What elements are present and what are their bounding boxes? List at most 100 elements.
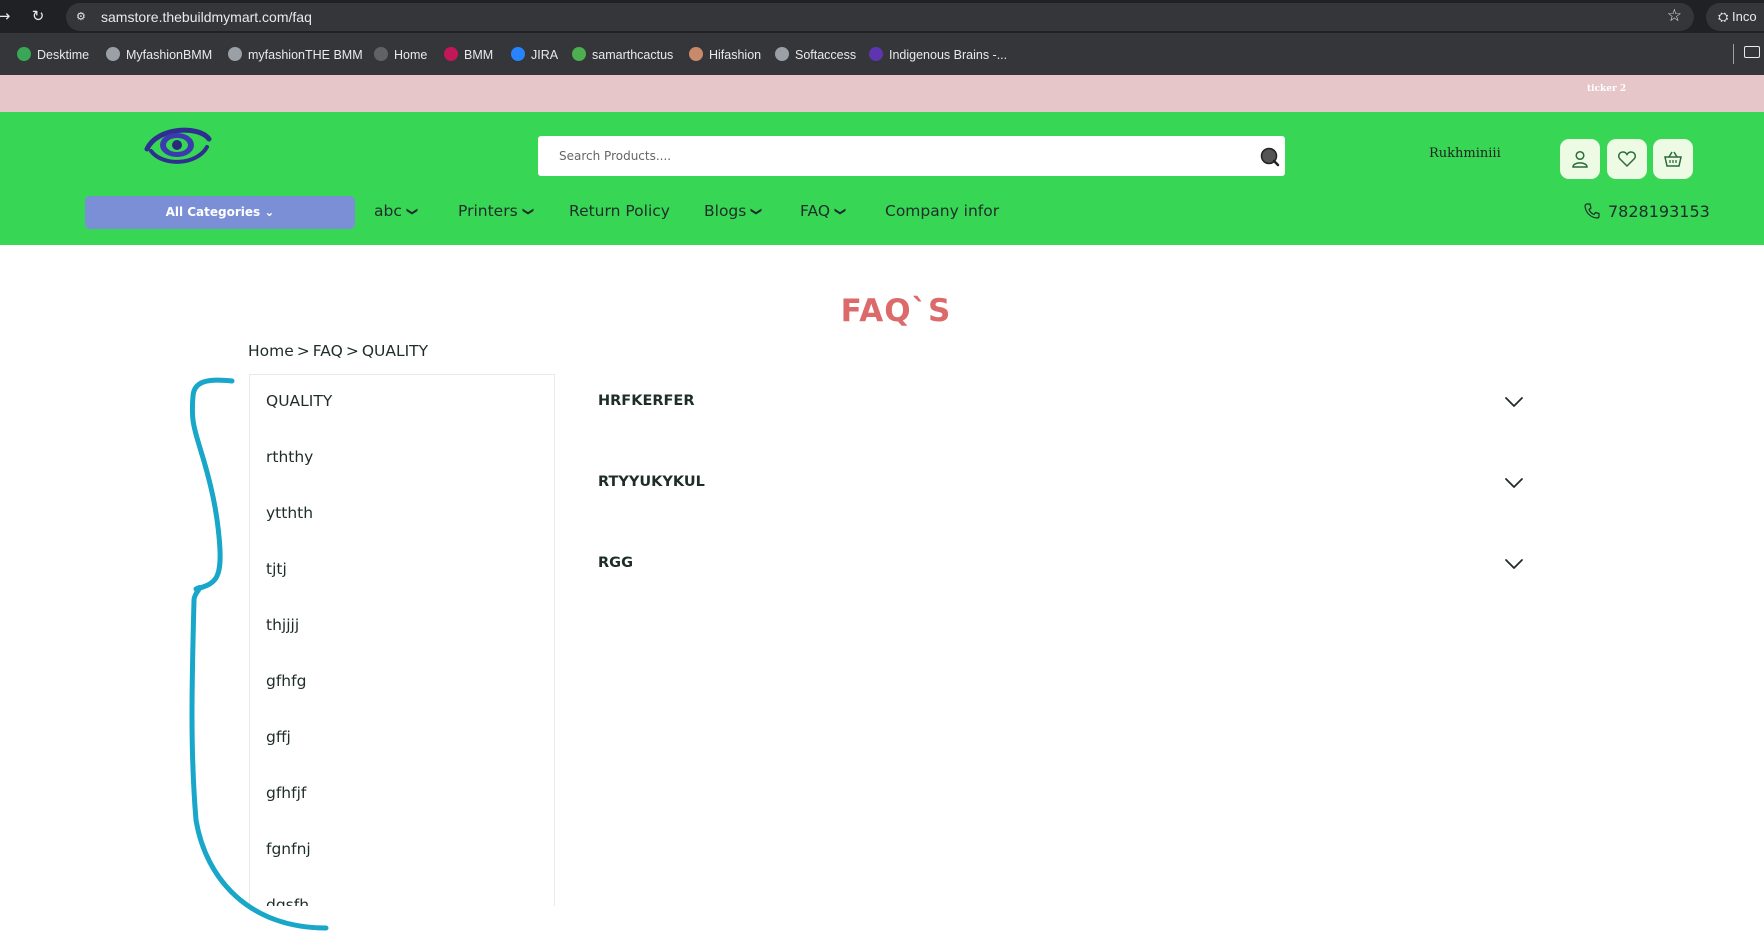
site-settings-icon[interactable]: ⚙ xyxy=(76,10,90,24)
chevron-down-icon: ⌄ xyxy=(264,205,275,219)
faq-category-item[interactable]: thjjjj xyxy=(266,616,299,634)
faq-category-item[interactable]: QUALITY xyxy=(266,392,332,410)
faq-question: HRFKERFER xyxy=(598,393,695,409)
basket-icon xyxy=(1664,151,1682,167)
faq-category-item[interactable]: rththy xyxy=(266,448,313,466)
cart-button[interactable] xyxy=(1653,139,1693,179)
address-bar[interactable]: ⚙ samstore.thebuildmymart.com/faq ☆ xyxy=(66,3,1694,31)
faq-category-sidebar: QUALITY rththy ytthth tjtj thjjjj gfhfg gffj gf… xyxy=(249,374,555,906)
bookmark-favicon-icon xyxy=(572,47,586,61)
faq-accordion-item[interactable]: RTYYUKYKUL xyxy=(598,474,1528,504)
bookmark-item[interactable]: Indigenous Brains -... xyxy=(869,46,1007,64)
wishlist-button[interactable] xyxy=(1607,139,1647,179)
bookmark-favicon-icon xyxy=(228,47,242,61)
bookmark-item[interactable]: Hifashion xyxy=(689,46,761,64)
bookmark-item[interactable]: myfashionTHE BMM xyxy=(228,46,363,64)
browser-toolbar: → ↻ ⚙ samstore.thebuildmymart.com/faq ☆ … xyxy=(0,0,1764,33)
nav-item[interactable]: Blogs ❯ xyxy=(704,202,764,220)
nav-item-label: Company infor xyxy=(885,202,1000,220)
account-button[interactable] xyxy=(1560,139,1600,179)
url-text[interactable]: samstore.thebuildmymart.com/faq xyxy=(101,9,312,25)
breadcrumb-item[interactable]: Home xyxy=(248,342,294,360)
bookmark-item[interactable]: Home xyxy=(374,46,427,64)
nav-item[interactable]: Return Policy xyxy=(569,202,670,220)
bookmark-favicon-icon xyxy=(869,47,883,61)
page-title: FAQ`S xyxy=(840,293,952,329)
nav-item[interactable]: Printers ❯ xyxy=(458,202,535,220)
faq-question: RGG xyxy=(598,555,633,571)
bookmark-favicon-icon xyxy=(511,47,525,61)
faq-accordion-item[interactable]: HRFKERFER xyxy=(598,393,1528,423)
all-categories-button[interactable]: All Categories ⌄ xyxy=(85,196,355,229)
chevron-down-icon[interactable] xyxy=(1504,557,1524,571)
bookmark-label: myfashionTHE BMM xyxy=(248,48,363,62)
chevron-down-icon[interactable] xyxy=(1504,476,1524,490)
bookmark-item[interactable]: samarthcactus xyxy=(572,46,673,64)
bookmark-favicon-icon xyxy=(775,47,789,61)
bookmark-label: Home xyxy=(394,48,428,62)
bookmark-favicon-icon xyxy=(374,47,388,61)
faq-category-item[interactable]: gffj xyxy=(266,728,291,746)
search-icon[interactable] xyxy=(1260,147,1280,167)
faq-question: RTYYUKYKUL xyxy=(598,474,705,490)
bookmark-label: Indigenous Brains -... xyxy=(889,48,1008,62)
ticker-text: ticker 2 xyxy=(1587,84,1627,94)
faq-category-item[interactable]: ytthth xyxy=(266,504,313,522)
breadcrumb-separator: > xyxy=(296,342,310,360)
forward-icon[interactable]: → xyxy=(0,6,14,26)
breadcrumb-item[interactable]: FAQ xyxy=(313,342,343,360)
page-root: → ↻ ⚙ samstore.thebuildmymart.com/faq ☆ … xyxy=(0,0,1764,935)
bookmark-item[interactable]: Softaccess xyxy=(775,46,856,64)
user-name[interactable]: Rukhminiii xyxy=(1429,146,1501,161)
nav-item-label: abc xyxy=(374,202,402,220)
bookmark-label: Desktime xyxy=(37,48,90,62)
bookmark-item[interactable]: JIRA xyxy=(511,46,558,64)
bookmark-label: JIRA xyxy=(531,48,559,62)
nav-item-label: FAQ xyxy=(800,202,831,220)
faq-category-item[interactable]: dgsfh xyxy=(266,896,309,906)
bookmark-item[interactable]: MyfashionBMM xyxy=(106,46,212,64)
bookmark-favicon-icon xyxy=(17,47,31,61)
bookmarks-separator xyxy=(1733,44,1734,64)
incognito-label: Inco xyxy=(1732,9,1757,24)
product-search xyxy=(538,136,1285,176)
breadcrumb-separator: > xyxy=(345,342,359,360)
bookmark-favicon-icon xyxy=(106,47,120,61)
bookmark-label: Softaccess xyxy=(795,48,857,62)
bookmark-star-icon[interactable]: ☆ xyxy=(1667,6,1682,26)
nav-item[interactable]: Company infor xyxy=(885,202,999,220)
faq-category-item[interactable]: tjtj xyxy=(266,560,287,578)
incognito-profile-button[interactable]: ⛭ Inco xyxy=(1706,3,1764,31)
site-logo-icon[interactable] xyxy=(143,121,213,169)
bookmark-item[interactable]: Desktime xyxy=(17,46,89,64)
nav-item-label: Printers xyxy=(458,202,518,220)
chevron-down-icon[interactable] xyxy=(1504,395,1524,409)
breadcrumb: Home > FAQ > QUALITY xyxy=(248,342,431,360)
nav-item[interactable]: abc ❯ xyxy=(374,202,419,220)
chevron-down-icon: ❯ xyxy=(834,206,848,217)
chevron-down-icon: ❯ xyxy=(750,206,764,217)
bookmark-item[interactable]: BMM xyxy=(444,46,493,64)
faq-category-item[interactable]: fgnfnj xyxy=(266,840,311,858)
incognito-icon: ⛭ xyxy=(1718,9,1733,24)
heart-icon xyxy=(1618,151,1636,168)
folder-icon[interactable] xyxy=(1744,46,1760,58)
bookmark-favicon-icon xyxy=(444,47,458,61)
phone-contact[interactable]: 7828193153 xyxy=(1583,202,1710,221)
bookmark-label: MyfashionBMM xyxy=(126,48,213,62)
bookmarks-bar: Desktime MyfashionBMM myfashionTHE BMM Home… xyxy=(0,33,1764,75)
phone-icon xyxy=(1584,203,1600,219)
chevron-down-icon: ❯ xyxy=(521,206,535,217)
bookmark-label: BMM xyxy=(464,48,494,62)
phone-number: 7828193153 xyxy=(1608,202,1710,221)
faq-category-item[interactable]: gfhfg xyxy=(266,672,306,690)
all-categories-label: All Categories xyxy=(165,205,261,219)
faq-category-item[interactable]: gfhfjf xyxy=(266,784,306,802)
nav-item[interactable]: FAQ ❯ xyxy=(800,202,848,220)
search-input[interactable] xyxy=(538,136,1238,176)
breadcrumb-item[interactable]: QUALITY xyxy=(362,342,428,360)
nav-item-label: Return Policy xyxy=(569,202,670,220)
bookmark-label: samarthcactus xyxy=(592,48,674,62)
faq-accordion-item[interactable]: RGG xyxy=(598,555,1528,585)
reload-icon[interactable]: ↻ xyxy=(28,6,48,26)
